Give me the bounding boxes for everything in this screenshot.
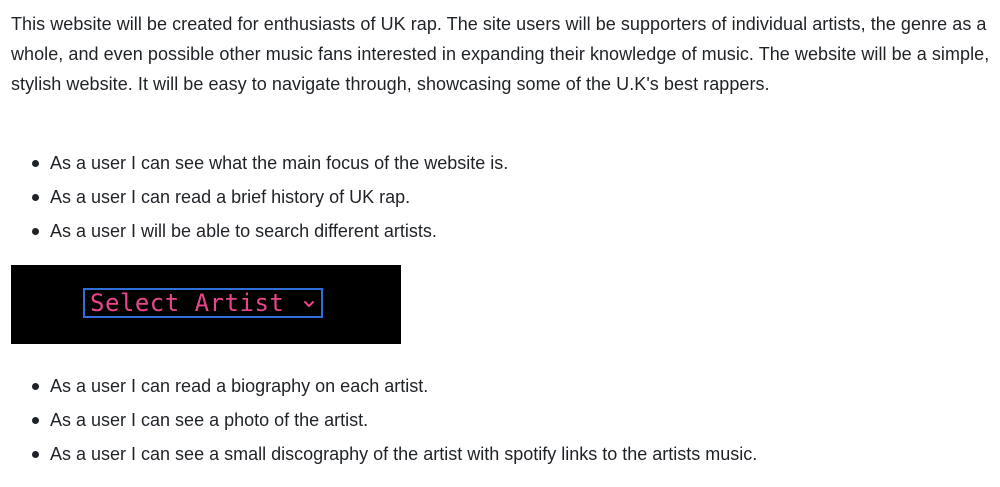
list-item: As a user I will be able to search diffe… — [0, 214, 508, 248]
list-item: As a user I can see a photo of the artis… — [0, 403, 757, 437]
chevron-down-icon — [303, 295, 315, 309]
artist-select-label: Select Artist — [90, 289, 285, 317]
list-item: As a user I can read a brief history of … — [0, 180, 508, 214]
select-artist-screenshot: Select Artist — [11, 265, 401, 344]
list-item: As a user I can see what the main focus … — [0, 146, 508, 180]
user-stories-list-continued: As a user I can read a biography on each… — [0, 369, 757, 471]
artist-select-dropdown[interactable]: Select Artist — [83, 288, 323, 318]
list-item: As a user I can read a biography on each… — [0, 369, 757, 403]
intro-paragraph: This website will be created for enthusi… — [11, 14, 990, 94]
user-stories-list: As a user I can see what the main focus … — [0, 146, 508, 248]
list-item: As a user I can see a small discography … — [0, 437, 757, 471]
